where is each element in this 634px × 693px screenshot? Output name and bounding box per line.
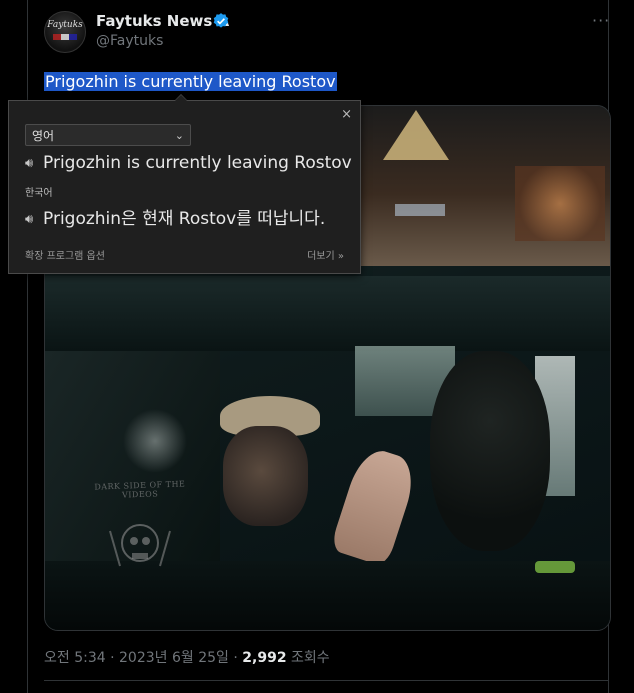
translate-popup: × 영어 ⌄ 🔊︎ Prigozhin is currently leaving … [8, 100, 361, 274]
speaker-icon[interactable]: 🔊︎ [25, 156, 43, 171]
author-name[interactable]: Faytuks News Δ [96, 12, 229, 30]
tweet-date[interactable]: 2023년 6월 25일 [119, 650, 229, 666]
extension-options-link[interactable]: 확장 프로그램 옵션 [25, 247, 105, 262]
views-count: 2,992 [242, 650, 287, 666]
avatar-flags [53, 34, 77, 40]
speaker-icon[interactable]: 🔊︎ [25, 212, 43, 227]
source-language-value: 영어 [32, 129, 55, 143]
more-link[interactable]: 더보기 » [307, 247, 344, 262]
avatar[interactable]: Faytuks [44, 11, 86, 53]
watermark-skull-logo [109, 524, 171, 567]
tweet-text: Prigozhin is currently leaving Rostov [44, 71, 337, 92]
photo-face [223, 426, 308, 526]
views-label: 조회수 [286, 650, 330, 666]
close-icon[interactable]: × [341, 107, 352, 122]
chevron-down-icon: ⌄ [174, 129, 184, 142]
photo-green-light [535, 561, 575, 573]
selected-text[interactable]: Prigozhin is currently leaving Rostov [44, 72, 337, 91]
tweet-time[interactable]: 오전 5:34 [44, 650, 106, 666]
photo-plate [395, 204, 445, 216]
separator: · [105, 650, 120, 666]
source-text: Prigozhin is currently leaving Rostov [43, 153, 352, 173]
photo-lights [515, 166, 605, 241]
photo-passenger [430, 351, 550, 551]
translated-text-row: 🔊︎ Prigozhin은 현재 Rostov를 떠납니다. [25, 204, 325, 229]
tweet-timestamp: 오전 5:34 · 2023년 6월 25일 · 2,992 조회수 [44, 647, 330, 667]
separator: · [228, 650, 243, 666]
photo-car-roof [45, 276, 610, 351]
source-text-row: 🔊︎ Prigozhin is currently leaving Rostov [25, 153, 352, 173]
divider [44, 680, 609, 681]
verified-badge-icon [213, 13, 229, 28]
author-handle[interactable]: @Faytuks [96, 33, 163, 49]
photo-glare [115, 406, 195, 476]
avatar-logo-text: Faytuks [47, 20, 83, 30]
translated-text: Prigozhin은 현재 Rostov를 떠납니다. [43, 209, 326, 229]
target-language-label: 한국어 [25, 188, 53, 199]
source-language-select[interactable]: 영어 ⌄ [25, 124, 191, 146]
popup-arrow-inner [175, 95, 187, 101]
more-options-icon[interactable]: ··· [592, 11, 610, 30]
